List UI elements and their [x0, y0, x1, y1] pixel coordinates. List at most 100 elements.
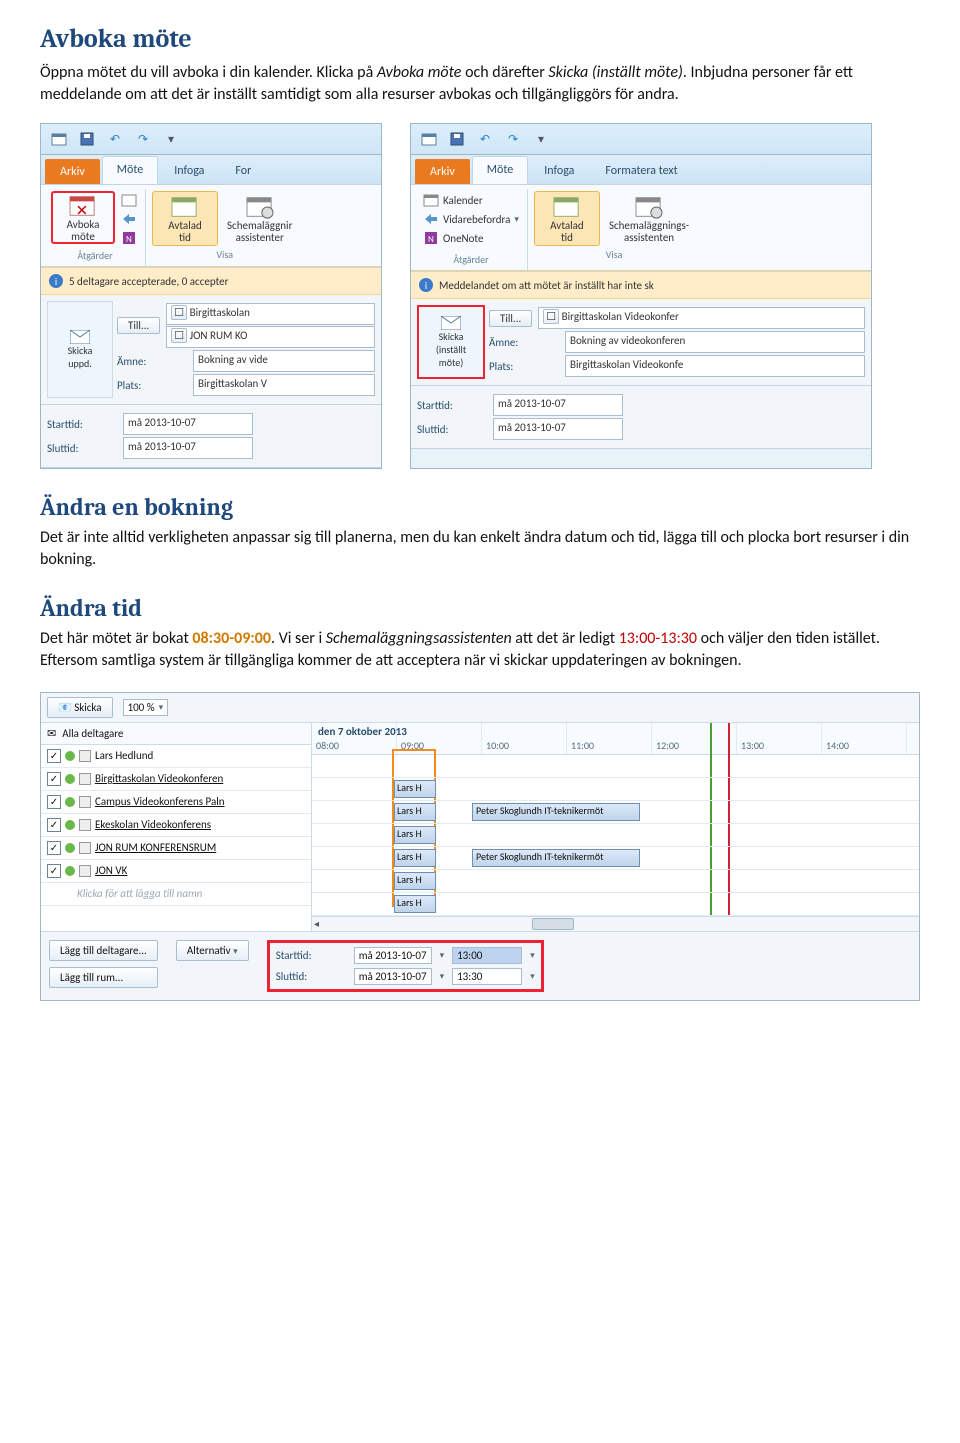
change-booking-paragraph: Det är inte alltid verkligheten anpassar…: [40, 527, 920, 570]
to-field[interactable]: ☐ Birgittaskolan: [166, 303, 375, 325]
subject-field[interactable]: Bokning av videokonferen: [565, 331, 865, 353]
to-button[interactable]: Till...: [489, 310, 532, 327]
busy-block: Lars H: [394, 780, 436, 798]
calendar-link[interactable]: Kalender: [421, 191, 521, 209]
ribbon-group-actions: Åtgärder: [77, 247, 112, 264]
add-attendees-button[interactable]: Lägg till deltagare...: [49, 940, 158, 961]
tab-format[interactable]: Formatera text: [590, 157, 692, 184]
tab-file[interactable]: Arkiv: [45, 159, 100, 184]
attendee-checkbox[interactable]: ✓: [47, 864, 61, 878]
tab-file[interactable]: Arkiv: [415, 159, 470, 184]
attendee-name: JON RUM KONFERENSRUM: [95, 841, 216, 854]
qat-dropdown-icon[interactable]: ▾: [529, 128, 553, 150]
busy-block: Lars H: [394, 849, 436, 867]
ribbon-group-show: Visa: [606, 246, 623, 263]
send-button[interactable]: 📧 Skicka: [47, 697, 113, 718]
tab-meeting[interactable]: Möte: [472, 156, 528, 184]
timeline-row: Lars H: [312, 870, 919, 893]
tab-insert[interactable]: Infoga: [159, 157, 219, 184]
send-update-button[interactable]: Skicka uppd.: [47, 301, 113, 398]
save-icon[interactable]: [75, 128, 99, 150]
attendee-checkbox[interactable]: ✓: [47, 841, 61, 855]
start-date-field[interactable]: må 2013-10-07: [354, 947, 432, 964]
attendee-row[interactable]: ✓Ekeskolan Videokonferens: [41, 814, 311, 837]
onenote-link[interactable]: NOneNote: [421, 229, 521, 247]
add-room-button[interactable]: Lägg till rum...: [49, 967, 158, 988]
status-icon: [65, 797, 75, 807]
attendee-row[interactable]: ✓Campus Videokonferens Paln: [41, 791, 311, 814]
attendee-row[interactable]: ✓ JON RUM KONFERENSRUM: [41, 837, 311, 860]
resource-icon: [79, 773, 91, 785]
save-icon[interactable]: [445, 128, 469, 150]
page-title: Avboka möte: [40, 24, 920, 54]
end-label: Sluttid:: [417, 423, 487, 436]
appointment-button[interactable]: Avtalad tid: [152, 191, 218, 246]
status-icon: [65, 774, 75, 784]
undo-icon[interactable]: ↶: [103, 128, 127, 150]
end-field[interactable]: må 2013-10-07: [493, 418, 623, 440]
meeting-info-bar: i 5 deltagare accepterade, 0 accepter: [41, 267, 381, 295]
location-field[interactable]: Birgittaskolan V: [193, 374, 375, 396]
attendee-row[interactable]: ✓ JON VK: [41, 860, 311, 883]
change-time-paragraph: Det här mötet är bokat 08:30-09:00. Vi s…: [40, 628, 920, 671]
intro-paragraph: Öppna mötet du vill avboka i din kalende…: [40, 62, 920, 105]
appointment-button[interactable]: Avtalad tid: [534, 191, 600, 246]
tab-meeting[interactable]: Möte: [102, 156, 158, 184]
to-field-2[interactable]: ☐ JON RUM KO: [166, 326, 375, 348]
add-attendee-placeholder[interactable]: Klicka för att lägga till namn: [41, 883, 311, 906]
attendees-header: ✉ Alla deltagare: [41, 723, 311, 745]
resource-icon: [79, 750, 91, 762]
calendar-icon[interactable]: [119, 191, 139, 209]
start-field[interactable]: må 2013-10-07: [123, 413, 253, 435]
time-column-header: 10:00: [482, 723, 567, 754]
calendar-mail-icon: [47, 128, 71, 150]
scheduling-assistant-button[interactable]: Schemaläggnir assistenter: [222, 191, 297, 246]
resource-icon: [79, 819, 91, 831]
ribbon-group-show: Visa: [216, 246, 233, 263]
forward-icon[interactable]: [119, 210, 139, 228]
options-button[interactable]: Alternativ ▾: [176, 940, 249, 961]
forward-link[interactable]: Vidarebefordra ▾: [421, 210, 521, 228]
scheduling-assistant: 📧 Skicka 100 % ▾ ✉ Alla deltagare ✓Lars …: [40, 692, 920, 1001]
status-icon: [65, 866, 75, 876]
time-column-header: 13:00: [737, 723, 822, 754]
send-cancellation-button[interactable]: Skicka (inställt möte): [417, 305, 485, 379]
zoom-dropdown[interactable]: 100 % ▾: [123, 699, 169, 716]
timeline-row: Lars H: [312, 778, 919, 801]
end-date-field[interactable]: må 2013-10-07: [354, 968, 432, 985]
start-time-field[interactable]: 13:00: [452, 947, 522, 964]
tab-format[interactable]: For: [220, 157, 266, 184]
subject-field[interactable]: Bokning av vide: [193, 350, 375, 372]
to-field[interactable]: ☐ Birgittaskolan Videokonfer: [538, 307, 865, 329]
h-scrollbar[interactable]: ◂: [312, 916, 919, 931]
busy-block: Lars H: [394, 803, 436, 821]
to-button[interactable]: Till...: [117, 317, 160, 334]
attendee-row[interactable]: ✓Lars Hedlund: [41, 745, 311, 768]
svg-text:N: N: [428, 234, 434, 245]
start-field[interactable]: må 2013-10-07: [493, 394, 623, 416]
redo-icon[interactable]: ↷: [501, 128, 525, 150]
attendee-checkbox[interactable]: ✓: [47, 795, 61, 809]
attendee-name: JON VK: [95, 864, 127, 877]
end-field[interactable]: må 2013-10-07: [123, 437, 253, 459]
end-label: Sluttid:: [47, 442, 117, 455]
qat-dropdown-icon[interactable]: ▾: [159, 128, 183, 150]
scheduling-assistant-button[interactable]: Schemaläggnings- assistenten: [604, 191, 694, 246]
onenote-icon[interactable]: N: [119, 229, 139, 247]
timeline-row: Lars H: [312, 893, 919, 916]
cancel-meeting-button[interactable]: ✕ Avboka möte: [51, 191, 115, 244]
busy-block: Peter Skoglundh IT-teknikermöt: [472, 849, 640, 867]
time-column-header: 14:00: [822, 723, 907, 754]
redo-icon[interactable]: ↷: [131, 128, 155, 150]
busy-block: Lars H: [394, 872, 436, 890]
attendee-checkbox[interactable]: ✓: [47, 772, 61, 786]
tab-insert[interactable]: Infoga: [529, 157, 589, 184]
attendee-checkbox[interactable]: ✓: [47, 749, 61, 763]
end-time-field[interactable]: 13:30: [452, 968, 522, 985]
location-field[interactable]: Birgittaskolan Videokonfe: [565, 355, 865, 377]
resource-icon: [79, 865, 91, 877]
attendee-checkbox[interactable]: ✓: [47, 818, 61, 832]
undo-icon[interactable]: ↶: [473, 128, 497, 150]
attendee-row[interactable]: ✓Birgittaskolan Videokonferen: [41, 768, 311, 791]
time-column-header: 11:00: [567, 723, 652, 754]
